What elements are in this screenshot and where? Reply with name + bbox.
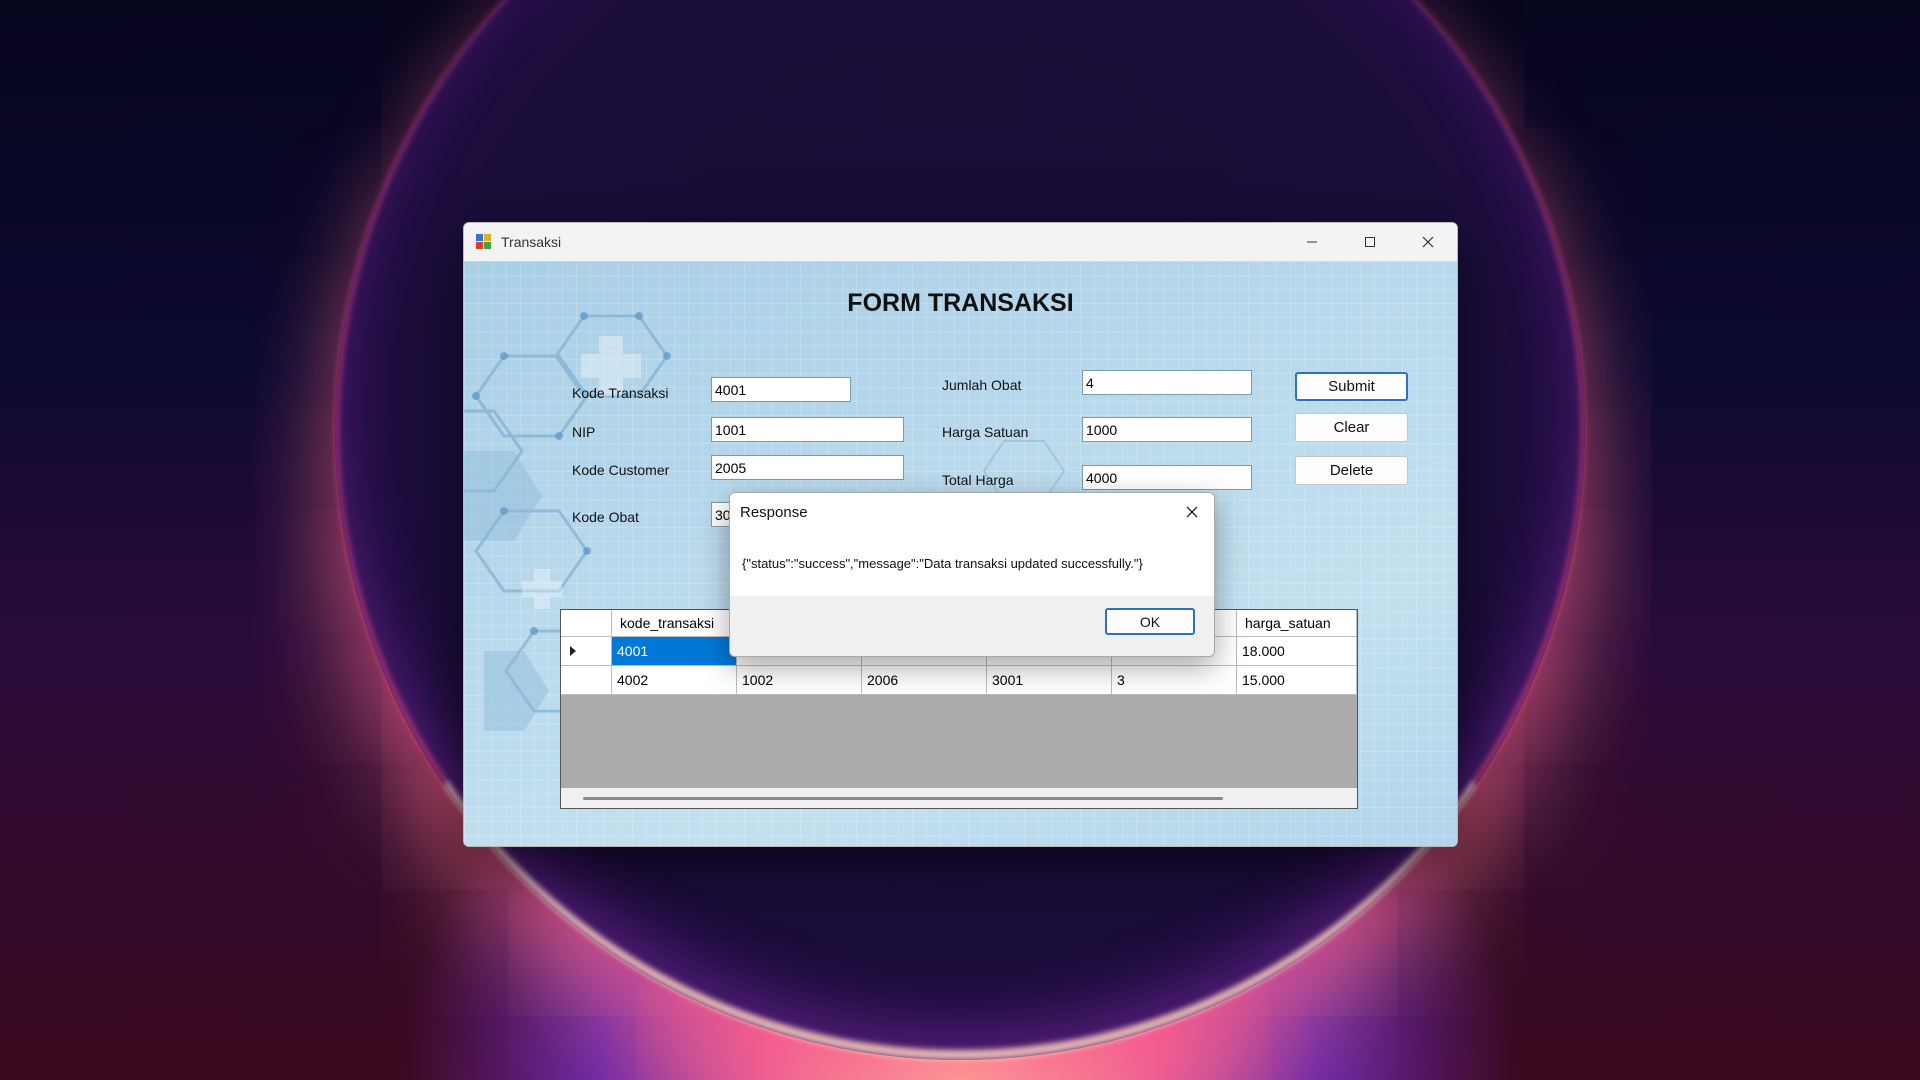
label-kode-customer: Kode Customer [572,462,670,478]
close-button[interactable] [1399,223,1457,261]
dialog-message: {"status":"success","message":"Data tran… [742,556,1143,571]
dialog-titlebar[interactable]: Response [730,493,1214,531]
kode-transaksi-input[interactable] [711,377,851,402]
label-harga-satuan: Harga Satuan [942,424,1029,440]
row-header-corner [561,610,612,637]
delete-button[interactable]: Delete [1295,456,1408,485]
total-harga-input[interactable] [1082,465,1252,490]
label-jumlah-obat: Jumlah Obat [942,377,1022,393]
dialog-close-button[interactable] [1170,493,1214,531]
scrollbar-thumb[interactable] [583,797,1223,800]
table-cell[interactable]: 3 [1112,666,1237,695]
table-cell[interactable]: 3001 [987,666,1112,695]
table-cell[interactable]: 2006 [862,666,987,695]
table-row[interactable]: 4002 1002 2006 3001 3 15.000 [561,666,1357,695]
label-nip: NIP [572,424,596,440]
dialog-title: Response [740,503,808,521]
dialog-footer: OK [730,596,1214,656]
kode-customer-input[interactable] [711,455,904,480]
submit-button[interactable]: Submit [1295,372,1408,401]
maximize-button[interactable] [1341,223,1399,261]
minimize-button[interactable] [1283,223,1341,261]
column-header[interactable]: harga_satuan [1237,610,1357,637]
clear-button[interactable]: Clear [1295,413,1408,442]
current-row-arrow-icon [570,646,576,656]
ok-button[interactable]: OK [1105,608,1195,635]
harga-satuan-input[interactable] [1082,417,1252,442]
row-selector[interactable] [561,666,612,695]
label-kode-obat: Kode Obat [572,509,639,525]
column-header[interactable]: kode_transaksi [612,610,737,637]
form-title: FORM TRANSAKSI [847,289,1074,317]
close-icon [1186,506,1198,518]
window-title: Transaksi [501,234,562,250]
window-titlebar[interactable]: Transaksi [464,223,1457,261]
row-selector[interactable] [561,637,612,666]
label-total-harga: Total Harga [942,472,1014,488]
table-cell[interactable]: 4002 [612,666,737,695]
app-icon [476,234,492,250]
jumlah-obat-input[interactable] [1082,370,1252,395]
minimize-icon [1307,241,1317,243]
response-dialog: Response {"status":"success","message":"… [729,492,1215,657]
maximize-icon [1365,237,1375,247]
nip-input[interactable] [711,417,904,442]
close-icon [1422,236,1434,248]
horizontal-scrollbar[interactable] [561,788,1357,808]
table-cell[interactable]: 4001 [612,637,737,666]
label-kode-transaksi: Kode Transaksi [572,385,669,401]
table-cell[interactable]: 1002 [737,666,862,695]
table-cell[interactable]: 18.000 [1237,637,1357,666]
table-cell[interactable]: 15.000 [1237,666,1357,695]
